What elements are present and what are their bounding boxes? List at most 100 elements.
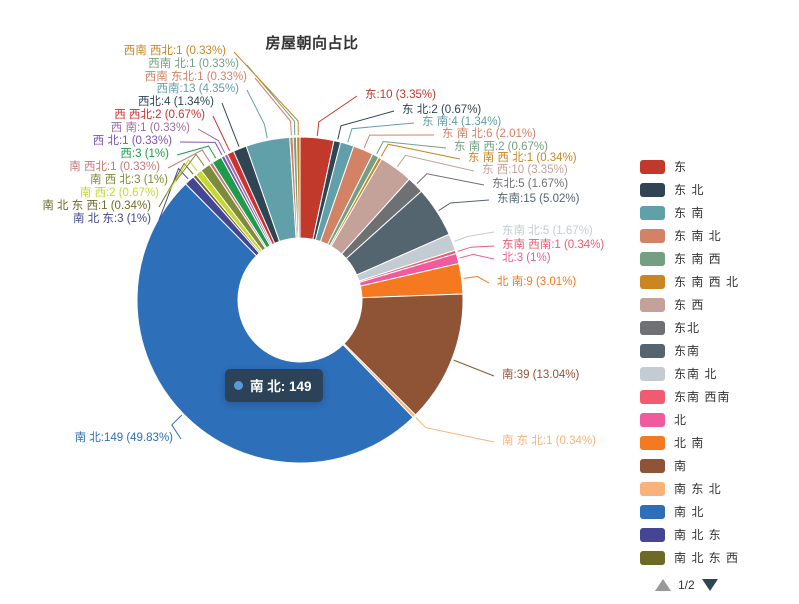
- legend-item[interactable]: 南 北 东: [640, 523, 799, 546]
- legend-color-swatch: [640, 320, 665, 335]
- legend-item[interactable]: 东南 西南: [640, 385, 799, 408]
- legend-item[interactable]: 东南: [640, 339, 799, 362]
- leader-line: [457, 245, 495, 252]
- legend-item-label: 南 北 东 西: [674, 551, 740, 565]
- legend-item-label: 北: [674, 413, 688, 427]
- legend-item[interactable]: 东 西: [640, 293, 799, 316]
- leader-line: [376, 140, 447, 155]
- slice-label: 西:3 (1%): [120, 148, 169, 160]
- legend-item[interactable]: 南: [640, 454, 799, 477]
- legend-item-label: 南: [674, 459, 688, 473]
- legend-color-swatch: [640, 366, 665, 381]
- slice-label: 东北:5 (1.67%): [492, 178, 569, 190]
- legend-next-page-icon[interactable]: [701, 579, 718, 591]
- legend-item-label: 北 南: [674, 436, 705, 450]
- legend-item[interactable]: 北 南: [640, 431, 799, 454]
- legend-item[interactable]: 东 北: [640, 178, 799, 201]
- slice-label: 西 北:1 (0.33%): [92, 135, 172, 147]
- slice-label: 东南 北:5 (1.67%): [502, 225, 593, 237]
- legend-item[interactable]: 南 东 北: [640, 477, 799, 500]
- slice-label: 南 北 东 西:1 (0.34%): [42, 200, 151, 212]
- slice-label: 西北:4 (1.34%): [137, 96, 214, 108]
- leader-line: [380, 143, 461, 160]
- leader-line: [396, 154, 475, 172]
- legend-item[interactable]: 东 南 西 北: [640, 270, 799, 293]
- legend-color-swatch: [640, 412, 665, 427]
- slice-label: 东 西:10 (3.35%): [482, 164, 568, 176]
- slice-label: 南 西:2 (0.67%): [79, 187, 159, 199]
- legend-item-label: 东 南: [674, 206, 705, 220]
- legend-item[interactable]: 北: [640, 408, 799, 431]
- legend-color-swatch: [640, 550, 665, 565]
- slice-label: 东:10 (3.35%): [365, 89, 436, 101]
- slice-label: 西南 西北:1 (0.33%): [123, 45, 226, 57]
- legend-item-label: 东 南 北: [674, 229, 722, 243]
- legend-color-swatch: [640, 205, 665, 220]
- legend-item[interactable]: 南 北 东 西: [640, 546, 799, 567]
- leader-line: [453, 359, 495, 377]
- legend-item-label: 东南 西南: [674, 390, 731, 404]
- slice-label: 东南 西南:1 (0.34%): [502, 239, 605, 251]
- slice-label: 西南:13 (4.35%): [156, 83, 239, 95]
- legend-prev-page-icon[interactable]: [655, 579, 671, 591]
- legend-color-swatch: [640, 343, 665, 358]
- legend-item[interactable]: 东: [640, 155, 799, 178]
- legend[interactable]: 东东 北东 南东 南 北东 南 西东 南 西 北东 西东北东南东南 北东南 西南…: [640, 155, 799, 567]
- legend-item[interactable]: 东 南 北: [640, 224, 799, 247]
- legend-item[interactable]: 南 北: [640, 500, 799, 523]
- leader-line: [171, 414, 183, 440]
- legend-item[interactable]: 东北: [640, 316, 799, 339]
- legend-item-label: 南 北 东: [674, 528, 722, 542]
- legend-color-swatch: [640, 458, 665, 473]
- slice-label: 东南:15 (5.02%): [497, 193, 580, 205]
- tooltip: 南 北: 149: [225, 369, 323, 402]
- legend-item[interactable]: 东南 北: [640, 362, 799, 385]
- legend-color-swatch: [640, 389, 665, 404]
- slice-label: 西南 北:1 (0.33%): [148, 58, 239, 70]
- leader-line: [454, 231, 495, 242]
- slice-label: 南 西 北:3 (1%): [90, 174, 168, 186]
- slice-label: 南 北:149 (49.83%): [74, 432, 173, 444]
- leader-line: [254, 77, 292, 136]
- legend-color-swatch: [640, 274, 665, 289]
- legend-pager[interactable]: 1/2: [655, 578, 718, 592]
- tooltip-text: 南 北: 149: [250, 379, 312, 394]
- leader-line: [438, 199, 490, 212]
- slice-label: 西 南:1 (0.33%): [110, 122, 190, 134]
- slice-label: 西 西北:2 (0.67%): [114, 109, 205, 121]
- donut-svg[interactable]: [0, 0, 630, 604]
- legend-item-label: 南 东 北: [674, 482, 722, 496]
- leader-line: [176, 145, 217, 159]
- slice-label: 南 东 北:1 (0.34%): [502, 435, 596, 447]
- legend-item-label: 东南: [674, 344, 701, 358]
- leader-line: [246, 64, 296, 136]
- legend-color-swatch: [640, 182, 665, 197]
- leader-line: [415, 417, 495, 443]
- slice-label: 北:3 (1%): [502, 252, 551, 264]
- donut-chart[interactable]: 东:10 (3.35%) 东 北:2 (0.67%) 东 南:4 (1.34%) 东 …: [0, 0, 630, 604]
- slice-label: 南:39 (13.04%): [502, 369, 580, 381]
- leader-line: [463, 276, 490, 284]
- legend-item-label: 东南 北: [674, 367, 718, 381]
- leader-line: [416, 173, 485, 186]
- donut-slices: [136, 136, 464, 464]
- legend-page-indicator: 1/2: [678, 578, 695, 592]
- legend-item-label: 东 北: [674, 183, 705, 197]
- legend-item[interactable]: 东 南: [640, 201, 799, 224]
- legend-item[interactable]: 东 南 西: [640, 247, 799, 270]
- legend-item-label: 东 南 西 北: [674, 275, 740, 289]
- leader-line: [246, 89, 268, 139]
- slice-label: 南 西北:1 (0.33%): [69, 161, 160, 173]
- legend-item-label: 东北: [674, 321, 701, 335]
- legend-item-label: 东: [674, 160, 688, 174]
- legend-item-label: 东 西: [674, 298, 705, 312]
- slice-label: 西南 东北:1 (0.33%): [144, 71, 247, 83]
- leader-line: [233, 51, 299, 136]
- tooltip-color-dot: [234, 380, 243, 390]
- legend-color-swatch: [640, 481, 665, 496]
- legend-item-label: 东 南 西: [674, 252, 722, 266]
- legend-color-swatch: [640, 297, 665, 312]
- legend-color-swatch: [640, 435, 665, 450]
- slice-label: 北 南:9 (3.01%): [497, 276, 577, 288]
- legend-color-swatch: [640, 159, 665, 174]
